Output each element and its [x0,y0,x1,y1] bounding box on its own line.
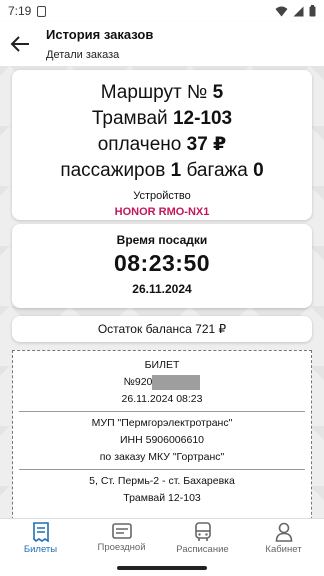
vehicle-line: Трамвай 12-103 [12,106,312,132]
home-indicator[interactable] [117,566,207,570]
boarding-time: 08:23:50 [113,250,211,276]
paid-amount: 37 ₽ [186,134,227,155]
ticket-order-by: по заказу МКУ "Гортранс" [99,451,225,463]
boarding-label: Время посадки [116,233,208,247]
page-title: История заказов [46,26,154,42]
gesture-area [0,560,324,576]
ticket-title: БИЛЕТ [144,359,180,371]
order-details[interactable]: Маршрут № 5 Трамвай 12-103 оплачено 37 ₽… [0,66,324,518]
status-icons [275,5,316,17]
paid-label: оплачено [97,134,182,155]
status-time: 7:19 [8,4,32,18]
nav-account-label: Кабинет [265,544,302,555]
balance-text: Остаток баланса 721 ₽ [97,322,227,336]
back-button[interactable] [0,22,40,66]
ticket-number-row: №920 [13,374,311,391]
vehicle-label: Трамвай [91,108,168,129]
baggage-label: багажа [186,160,248,181]
route-line: Маршрут № 5 [12,80,312,106]
signal-icon [293,6,304,16]
nav-tickets-label: Билеты [23,544,58,555]
paid-line: оплачено 37 ₽ [12,132,312,158]
app-bar: История заказов Детали заказа [0,22,324,66]
nav-tickets[interactable]: Билеты [0,519,81,560]
arrow-left-icon [10,36,29,52]
nav-pass-label: Проездной [97,542,146,553]
boarding-date: 26.11.2024 [132,282,192,296]
ticket-number: №920 [123,376,153,388]
card-icon [111,523,132,539]
vehicle-number: 12-103 [172,108,233,129]
nav-schedule-label: Расписание [176,544,229,555]
nav-account[interactable]: Кабинет [243,519,324,560]
device-name: HONOR RMO-NX1 [114,206,210,218]
order-summary-card: Маршрут № 5 Трамвай 12-103 оплачено 37 ₽… [12,70,312,220]
passengers-label: пассажиров [60,160,166,181]
route-number: 5 [212,82,224,103]
battery-icon [309,5,316,17]
ticket-inn: ИНН 5906006610 [119,434,205,446]
ticket-vehicle: Трамвай 12-103 [123,492,201,504]
divider [19,469,305,470]
ticket-datetime: 26.11.2024 08:23 [121,393,203,405]
ticket-org: МУП "Пермгорэлектротранс" [91,417,233,429]
device-label: Устройство [133,190,191,202]
balance-card: Остаток баланса 721 ₽ [12,316,312,342]
route-label: Маршрут № [100,82,208,103]
divider [19,411,305,412]
sim-icon [37,5,47,17]
status-bar: 7:19 [0,0,324,22]
passengers-line: пассажиров 1 багажа 0 [12,158,312,184]
ticket-icon [32,522,49,542]
baggage-count: 0 [253,160,264,181]
page-subtitle: Детали заказа [46,48,120,61]
ticket-route: 5, Ст. Пермь-2 - ст. Бахаревка [89,475,235,487]
user-icon [275,522,292,542]
wifi-icon [275,6,288,16]
bottom-nav: Билеты Проездной Расписание Кабинет [0,518,324,560]
ticket-receipt: БИЛЕТ №920 26.11.2024 08:23 МУП "Пермгор… [12,350,312,518]
bus-icon [194,522,211,541]
header-titles: История заказов Детали заказа [46,26,153,63]
passengers-count: 1 [170,160,182,181]
boarding-card: Время посадки 08:23:50 26.11.2024 [12,224,312,308]
redacted-block [152,374,201,390]
nav-pass[interactable]: Проездной [81,519,162,560]
nav-schedule[interactable]: Расписание [162,519,243,560]
